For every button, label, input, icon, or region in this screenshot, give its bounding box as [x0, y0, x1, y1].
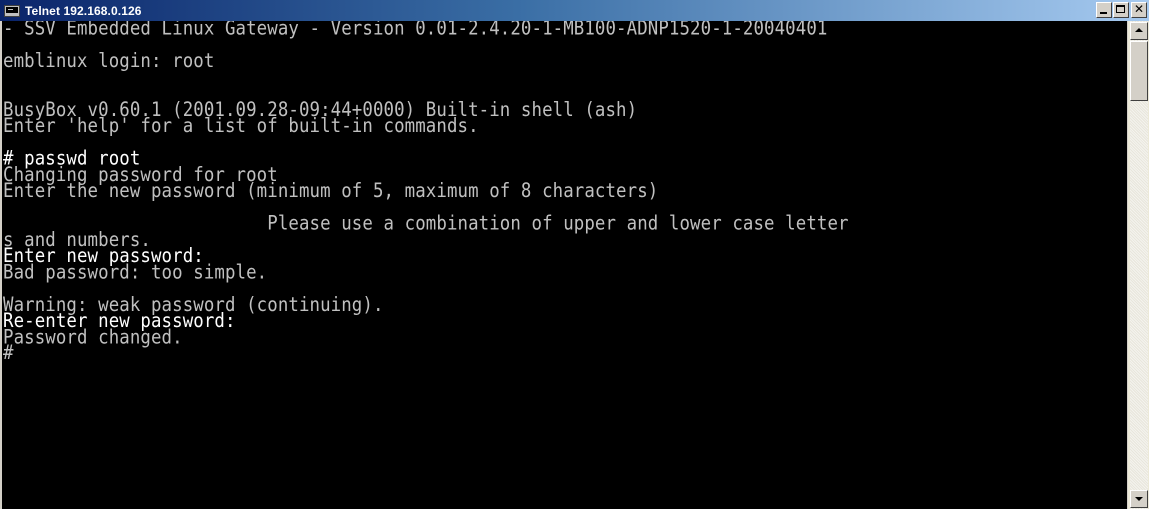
maximize-button[interactable] [1113, 2, 1129, 18]
telnet-window: Telnet 192.168.0.126 ✕ - SSV Embedded Li… [0, 0, 1149, 509]
terminal-line: Bad password: too simple. [3, 261, 268, 284]
console-icon[interactable] [4, 4, 20, 17]
terminal-line: Password changed. [3, 326, 183, 349]
minimize-icon [1100, 12, 1107, 14]
terminal-line: Please use a combination of upper and lo… [3, 212, 849, 235]
terminal-output[interactable]: - SSV Embedded Linux Gateway - Version 0… [0, 21, 1127, 509]
terminal-line: Enter the new password (minimum of 5, ma… [3, 180, 659, 203]
scroll-up-arrow-icon [1135, 28, 1143, 32]
maximize-icon [1116, 5, 1125, 13]
scroll-up-button[interactable] [1130, 22, 1148, 40]
window-controls: ✕ [1095, 2, 1147, 18]
vertical-scrollbar[interactable] [1127, 21, 1149, 509]
scrollbar-thumb[interactable] [1130, 41, 1148, 101]
close-button[interactable]: ✕ [1131, 2, 1147, 18]
scroll-down-button[interactable] [1130, 490, 1148, 508]
scroll-down-arrow-icon [1135, 497, 1143, 501]
title-bar[interactable]: Telnet 192.168.0.126 ✕ [0, 0, 1149, 21]
terminal-text: - SSV Embedded Linux Gateway - Version 0… [2, 21, 1127, 395]
minimize-button[interactable] [1096, 2, 1112, 18]
close-icon: ✕ [1133, 2, 1145, 16]
window-title: Telnet 192.168.0.126 [25, 3, 142, 18]
terminal-line: emblinux login: root [3, 50, 215, 73]
terminal-line: - SSV Embedded Linux Gateway - Version 0… [3, 21, 828, 41]
